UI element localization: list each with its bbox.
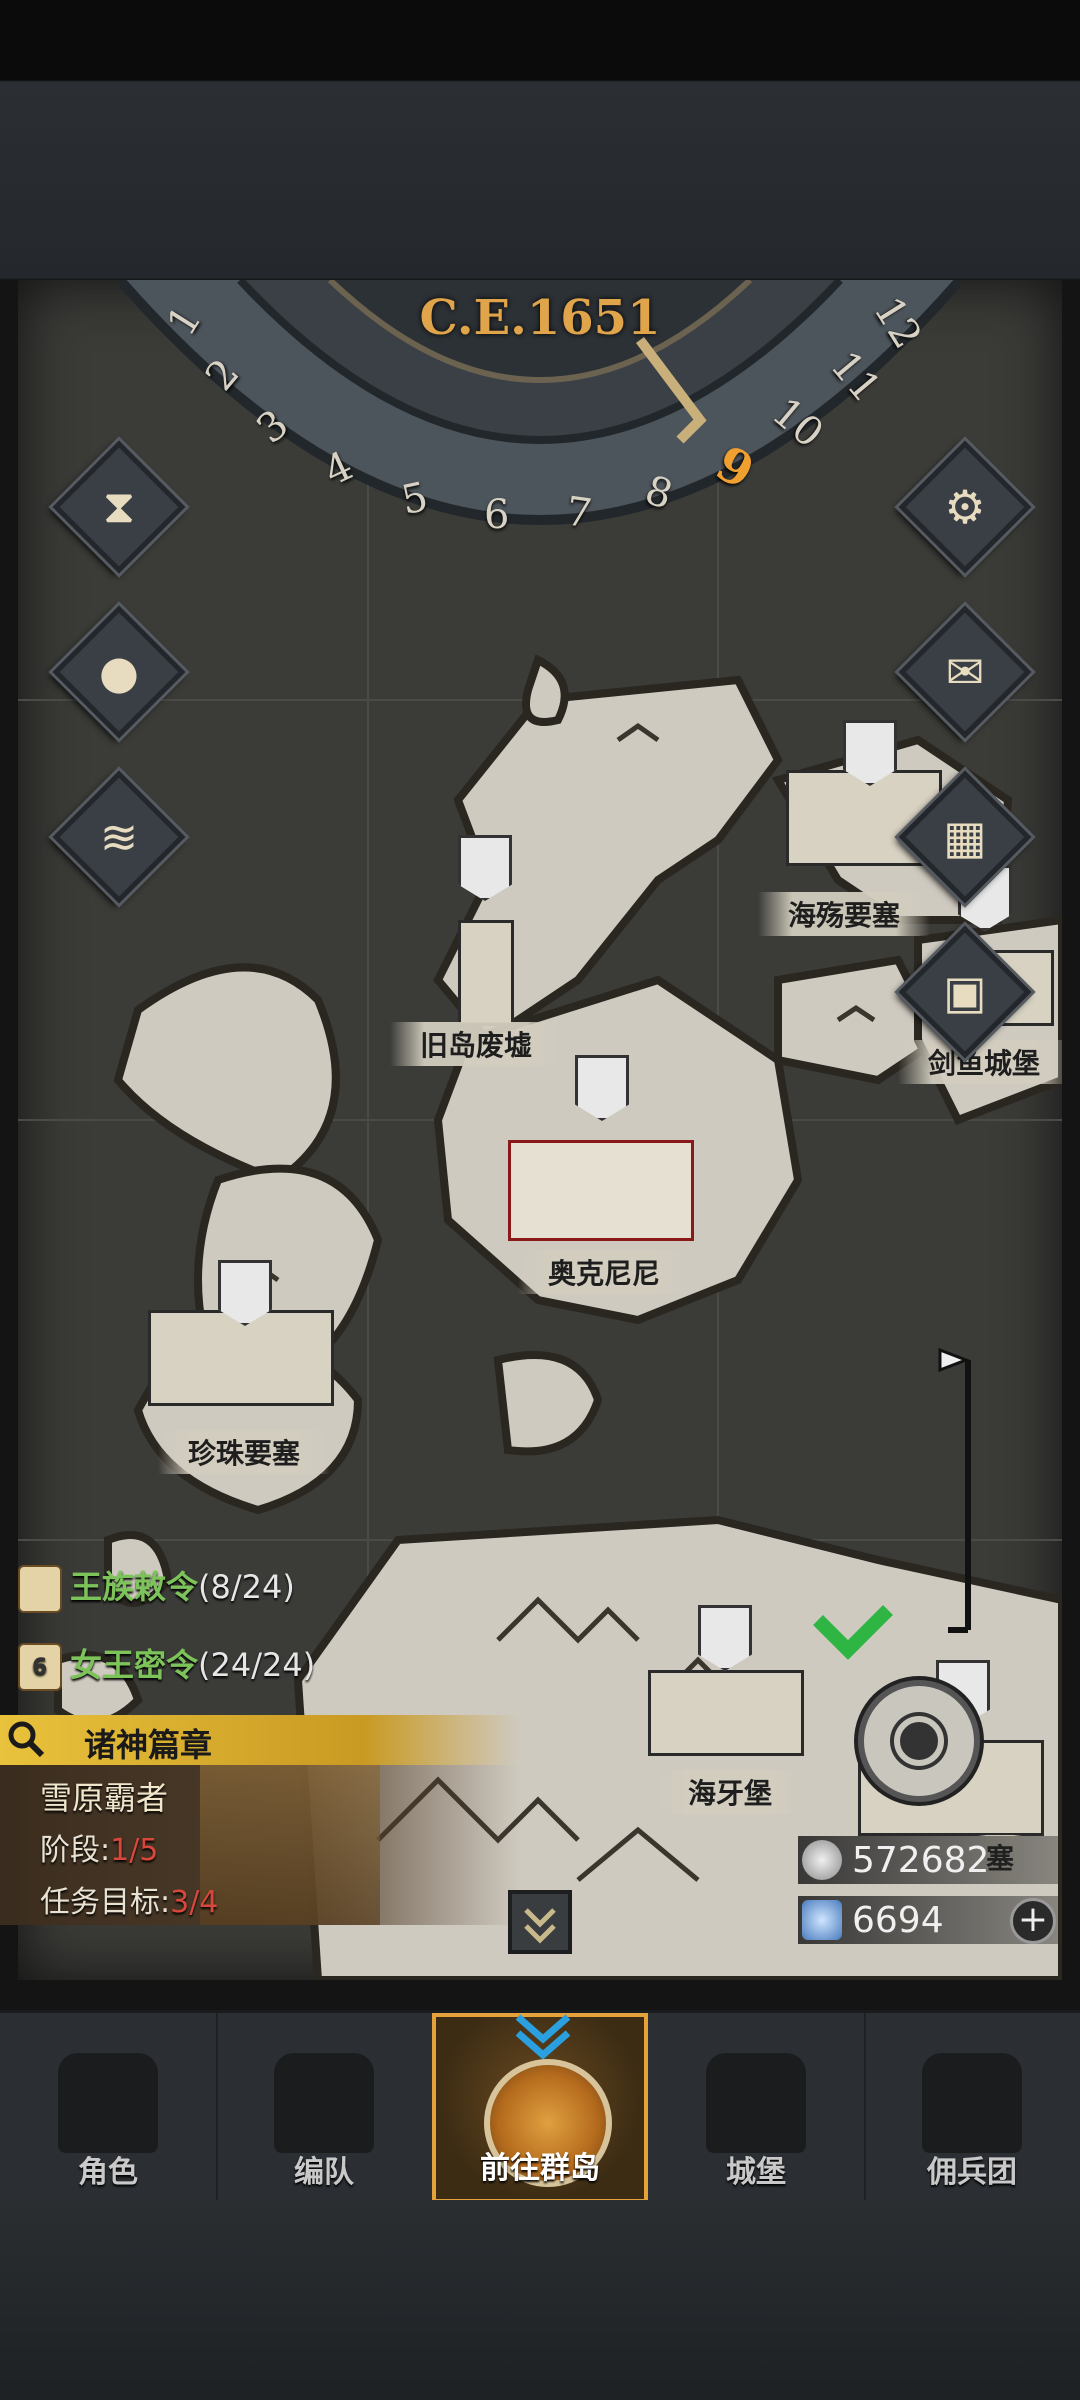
chapter-goal: 任务目标:3/4 bbox=[40, 1877, 218, 1921]
silver-amount: 572682 bbox=[852, 1839, 990, 1881]
nav-label: 角色 bbox=[78, 2155, 138, 2190]
tower-icon[interactable] bbox=[458, 920, 514, 1026]
gear-icon: ⚙ bbox=[944, 480, 986, 534]
chapter-title: 诸神篇章 bbox=[84, 1726, 213, 1764]
nav-label: 城堡 bbox=[726, 2155, 786, 2190]
location-label-zhenzhu[interactable]: 珍珠要塞 bbox=[158, 1430, 331, 1474]
goal-value: 3/4 bbox=[170, 1885, 219, 1920]
nav-archipelago[interactable]: 前往群岛 bbox=[432, 2013, 648, 2203]
location-label-jiudao[interactable]: 旧岛废墟 bbox=[390, 1022, 563, 1066]
location-label-jianyu[interactable]: 剑鱼城堡 bbox=[898, 1040, 1062, 1084]
chapter-hero-name: 雪原霸者 bbox=[40, 1779, 169, 1817]
silver-resource: 572682 bbox=[798, 1836, 1058, 1884]
location-label-aokenini[interactable]: 奥克尼尼 bbox=[518, 1250, 691, 1294]
quest-count: (8/24) bbox=[198, 1568, 295, 1606]
calendar-month: 6 bbox=[484, 492, 510, 538]
capital-castle-icon[interactable] bbox=[508, 1140, 694, 1241]
top-letterbox bbox=[0, 0, 1080, 280]
scroll-icon: ≋ bbox=[99, 810, 139, 864]
stage-value: 1/5 bbox=[110, 1833, 159, 1868]
castle-icon[interactable] bbox=[648, 1670, 804, 1756]
secret-scroll-icon: 6 bbox=[18, 1643, 62, 1691]
crystal-icon bbox=[802, 1900, 842, 1940]
chevron-down-icon bbox=[515, 2014, 571, 2060]
chapter-panel[interactable]: 雪原霸者 阶段:1/5 任务目标:3/4 bbox=[0, 1765, 520, 1925]
goal-label: 任务目标: bbox=[40, 1885, 171, 1920]
supply-crates-icon: ▣ bbox=[943, 965, 987, 1019]
mercenary-banner-icon bbox=[922, 2053, 1022, 2153]
formation-icon bbox=[274, 2053, 374, 2153]
location-label-haishang[interactable]: 海殇要塞 bbox=[758, 892, 931, 936]
quest-royal-decree[interactable]: 王族敕令(8/24) bbox=[18, 1562, 295, 1613]
chevron-down-icon bbox=[524, 1908, 556, 1944]
nav-label: 前往群岛 bbox=[480, 2151, 600, 2186]
quest-queen-secret[interactable]: 6 女王密令(24/24) bbox=[18, 1640, 315, 1691]
quest-badge: 6 bbox=[32, 1655, 48, 1680]
nav-castle[interactable]: 城堡 bbox=[648, 2013, 866, 2203]
add-crystal-button[interactable]: + bbox=[1010, 1898, 1056, 1944]
nav-mercenary[interactable]: 佣兵团 bbox=[864, 2013, 1080, 2203]
bottom-nav: 角色 编队 前往群岛 城堡 佣兵团 bbox=[0, 2010, 1080, 2203]
grid-map-icon: ▦ bbox=[943, 810, 987, 864]
crystal-amount: 6694 bbox=[852, 1899, 944, 1941]
quest-title: 王族敕令 bbox=[70, 1568, 199, 1606]
decree-scroll-icon bbox=[18, 1565, 62, 1613]
quest-title: 女王密令 bbox=[70, 1646, 199, 1684]
silver-coin-icon bbox=[802, 1840, 842, 1880]
nav-character[interactable]: 角色 bbox=[0, 2013, 218, 2203]
hero-portrait bbox=[200, 1765, 380, 1925]
target-icon bbox=[894, 1716, 944, 1766]
quest-count: (24/24) bbox=[198, 1646, 316, 1684]
nav-label: 佣兵团 bbox=[927, 2155, 1017, 2190]
hourglass-icon: ⧗ bbox=[102, 479, 136, 533]
chapter-stage: 阶段:1/5 bbox=[40, 1825, 158, 1869]
castle-tower-icon bbox=[706, 2053, 806, 2153]
locate-target-button[interactable] bbox=[858, 1680, 980, 1802]
stage-label: 阶段: bbox=[40, 1833, 111, 1868]
castle-icon[interactable] bbox=[148, 1310, 334, 1406]
search-icon bbox=[6, 1719, 46, 1759]
knight-icon bbox=[58, 2053, 158, 2153]
location-label-haiya[interactable]: 海牙堡 bbox=[658, 1770, 803, 1814]
bottom-letterbox bbox=[0, 2200, 1080, 2400]
nav-label: 编队 bbox=[294, 2155, 354, 2190]
mail-icon: ✉ bbox=[945, 645, 985, 699]
nav-formation[interactable]: 编队 bbox=[216, 2013, 434, 2203]
money-bag-icon: ● bbox=[98, 645, 140, 699]
chapter-header[interactable]: 诸神篇章 bbox=[0, 1715, 520, 1765]
